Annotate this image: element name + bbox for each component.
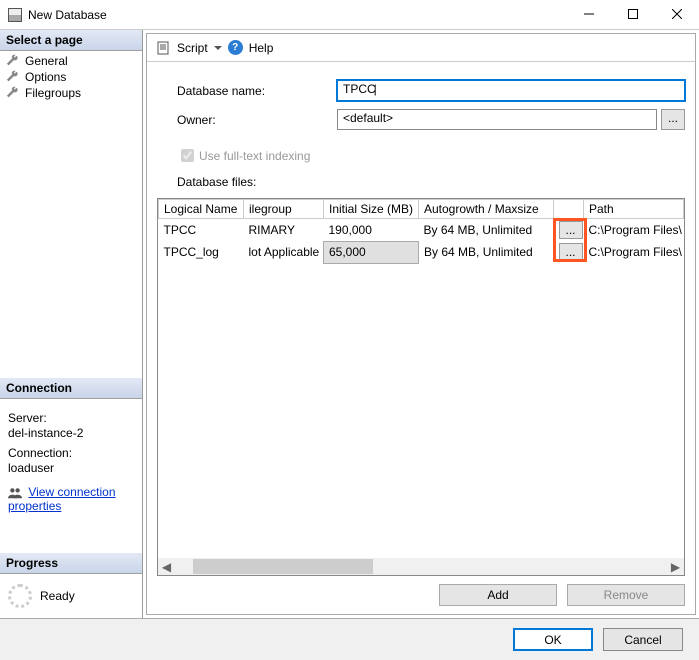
page-item-label: General — [25, 54, 68, 68]
files-label: Database files: — [177, 175, 685, 189]
people-icon — [8, 487, 22, 499]
minimize-button[interactable] — [567, 0, 611, 28]
window-title: New Database — [28, 8, 567, 22]
remove-button: Remove — [567, 584, 685, 606]
connection-section: Server: del-instance-2 Connection: loadu… — [0, 399, 142, 523]
ok-button[interactable]: OK — [513, 628, 593, 651]
files-grid: Logical Name ilegroup Initial Size (MB) … — [157, 198, 685, 576]
col-autogrowth-btn[interactable] — [554, 200, 584, 219]
titlebar: New Database — [0, 0, 699, 30]
right-panel: Script ? Help Database name: TPCC Owner:… — [146, 33, 696, 615]
page-item-label: Options — [25, 70, 66, 84]
connection-header: Connection — [0, 378, 142, 399]
script-icon — [157, 41, 171, 55]
server-label: Server: — [8, 411, 134, 425]
cell-filegroup[interactable]: RIMARY — [244, 219, 324, 242]
wrench-icon — [6, 70, 20, 84]
cell-filegroup[interactable]: lot Applicable — [244, 241, 324, 263]
autogrowth-browse-button[interactable]: ... — [559, 221, 583, 239]
progress-section: Ready — [0, 574, 142, 618]
wrench-icon — [6, 54, 20, 68]
page-item-general[interactable]: General — [0, 53, 142, 69]
view-connection-link[interactable]: View connection properties — [8, 485, 116, 513]
fulltext-label: Use full-text indexing — [199, 149, 310, 163]
cell-path[interactable]: C:\Program Files\ — [584, 219, 684, 242]
horizontal-scrollbar[interactable]: ◀ ▶ — [158, 558, 684, 575]
script-button[interactable]: Script — [177, 41, 208, 55]
left-panel: Select a page General Options Filegroups… — [0, 30, 143, 618]
page-item-options[interactable]: Options — [0, 69, 142, 85]
app-icon — [8, 8, 22, 22]
cancel-button[interactable]: Cancel — [603, 628, 683, 651]
table-row[interactable]: TPCC RIMARY 190,000 By 64 MB, Unlimited … — [159, 219, 684, 242]
maximize-button[interactable] — [611, 0, 655, 28]
cell-autogrowth[interactable]: By 64 MB, Unlimited — [419, 219, 554, 242]
cell-size[interactable]: 190,000 — [324, 219, 419, 242]
fulltext-checkbox — [181, 149, 194, 162]
dialog-footer: OK Cancel — [0, 618, 699, 660]
add-button[interactable]: Add — [439, 584, 557, 606]
autogrowth-browse-button[interactable]: ... — [559, 243, 583, 261]
cell-logical[interactable]: TPCC — [159, 219, 244, 242]
wrench-icon — [6, 86, 20, 100]
connection-value: loaduser — [8, 461, 134, 475]
close-button[interactable] — [655, 0, 699, 28]
scroll-thumb[interactable] — [193, 559, 373, 574]
toolbar: Script ? Help — [147, 34, 695, 62]
table-row[interactable]: TPCC_log lot Applicable 65,000 By 64 MB,… — [159, 241, 684, 263]
help-icon: ? — [228, 40, 243, 55]
progress-spinner-icon — [8, 584, 32, 608]
chevron-down-icon[interactable] — [214, 44, 222, 52]
scroll-right-icon[interactable]: ▶ — [667, 558, 684, 575]
scroll-left-icon[interactable]: ◀ — [158, 558, 175, 575]
col-logical-name[interactable]: Logical Name — [159, 200, 244, 219]
help-button[interactable]: Help — [249, 41, 274, 55]
owner-label: Owner: — [177, 113, 337, 127]
cell-path[interactable]: C:\Program Files\ — [584, 241, 684, 263]
col-initial-size[interactable]: Initial Size (MB) — [324, 200, 419, 219]
form-area: Database name: TPCC Owner: <default> ...… — [147, 62, 695, 198]
cell-size[interactable]: 65,000 — [324, 241, 419, 263]
page-item-label: Filegroups — [25, 86, 81, 100]
page-item-filegroups[interactable]: Filegroups — [0, 85, 142, 101]
select-page-header: Select a page — [0, 30, 142, 51]
page-list: General Options Filegroups — [0, 51, 142, 103]
col-filegroup[interactable]: ilegroup — [244, 200, 324, 219]
cell-logical[interactable]: TPCC_log — [159, 241, 244, 263]
progress-header: Progress — [0, 553, 142, 574]
server-value: del-instance-2 — [8, 426, 134, 440]
col-autogrowth[interactable]: Autogrowth / Maxsize — [419, 200, 554, 219]
dbname-input[interactable]: TPCC — [337, 80, 685, 101]
progress-status: Ready — [40, 589, 75, 603]
cell-autogrowth[interactable]: By 64 MB, Unlimited — [419, 241, 554, 263]
connection-label: Connection: — [8, 446, 134, 460]
col-path[interactable]: Path — [584, 200, 684, 219]
owner-input[interactable]: <default> — [337, 109, 657, 130]
owner-browse-button[interactable]: ... — [661, 109, 685, 130]
dbname-label: Database name: — [177, 84, 337, 98]
